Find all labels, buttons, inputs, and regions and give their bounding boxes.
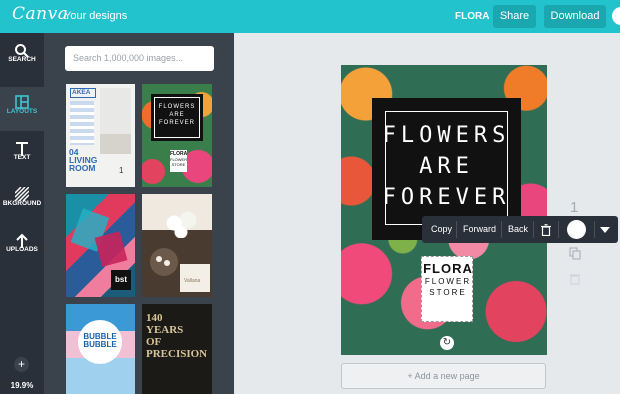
canva-logo[interactable]: Canva xyxy=(12,4,68,24)
download-button[interactable]: Download xyxy=(544,5,606,28)
rail-item-layouts[interactable]: LAYOUTS xyxy=(0,87,44,131)
rail-item-label: TEXT xyxy=(13,154,31,161)
design-page[interactable]: FLOWERS ARE FOREVER FLORA FLOWER STORE ↻ xyxy=(341,65,547,355)
rail-item-search[interactable]: SEARCH xyxy=(0,35,44,79)
share-button[interactable]: Share xyxy=(493,5,536,28)
badge-title: FLORA xyxy=(423,261,473,276)
headline-line: FLOWERS xyxy=(382,123,511,148)
layout-thumbnail[interactable]: 140 YEARS OF PRECISION xyxy=(142,304,212,394)
layout-thumbnail[interactable]: FLOWERS ARE FOREVER FLORA FLOWER STORE xyxy=(142,84,212,187)
left-rail: SEARCH LAYOUTS TEXT BKGROUND UPLOADS + 1… xyxy=(0,33,44,394)
delete-page-icon[interactable] xyxy=(570,273,580,288)
background-icon xyxy=(0,179,44,202)
layout-thumbnail[interactable]: BUBBLE BUBBLE xyxy=(66,304,135,394)
rail-item-text[interactable]: TEXT xyxy=(0,133,44,177)
copy-button[interactable]: Copy xyxy=(431,216,452,243)
rail-item-label: LAYOUTS xyxy=(6,108,38,115)
badge-line: STORE xyxy=(429,288,467,297)
rail-item-label: BKGROUND xyxy=(2,200,42,207)
forward-button[interactable]: Forward xyxy=(463,216,496,243)
avatar[interactable] xyxy=(612,7,620,25)
your-designs-link[interactable]: Your designs xyxy=(64,10,127,22)
divider xyxy=(558,221,559,238)
rail-item-label: SEARCH xyxy=(8,56,36,63)
rail-item-background[interactable]: BKGROUND xyxy=(0,179,44,223)
canvas-area: FLOWERS ARE FOREVER FLORA FLOWER STORE ↻… xyxy=(234,33,620,394)
page-number: 1 xyxy=(570,199,579,216)
search-icon xyxy=(0,35,44,58)
rotate-handle-icon[interactable]: ↻ xyxy=(440,336,454,350)
top-bar: Canva Your designs FLORA Share Download xyxy=(0,0,620,33)
upload-icon xyxy=(0,225,44,248)
layouts-icon xyxy=(0,87,44,109)
zoom-level[interactable]: 19.9% xyxy=(0,381,44,390)
back-button[interactable]: Back xyxy=(508,216,528,243)
copy-page-icon[interactable] xyxy=(569,247,581,263)
headline-line: FOREVER xyxy=(382,185,511,210)
add-page-button[interactable]: + Add a new page xyxy=(341,363,546,389)
element-toolbar: Copy Forward Back xyxy=(422,216,618,243)
divider xyxy=(533,221,534,238)
headline-line: ARE xyxy=(419,154,474,179)
divider xyxy=(501,221,502,238)
search-input[interactable]: Search 1,000,000 images... xyxy=(65,46,214,71)
layout-thumbnail[interactable]: AKEA 04 LIVING ROOM 1 xyxy=(66,84,135,187)
text-icon xyxy=(0,133,44,156)
divider xyxy=(594,221,595,238)
badge-line: FLOWER xyxy=(424,277,472,286)
document-title[interactable]: FLORA xyxy=(455,11,489,22)
color-swatch[interactable] xyxy=(567,220,586,239)
chevron-down-icon[interactable] xyxy=(600,227,610,233)
layout-thumbnail[interactable]: Vallana xyxy=(142,194,212,297)
add-button[interactable]: + xyxy=(14,357,29,372)
store-badge[interactable]: FLORA FLOWER STORE xyxy=(421,256,473,322)
trash-icon[interactable] xyxy=(541,224,551,237)
rail-item-uploads[interactable]: UPLOADS xyxy=(0,225,44,269)
divider xyxy=(456,221,457,238)
layout-thumbnail[interactable]: bst xyxy=(66,194,135,297)
layouts-panel: Search 1,000,000 images... AKEA 04 LIVIN… xyxy=(44,33,234,394)
rail-item-label: UPLOADS xyxy=(6,246,38,253)
